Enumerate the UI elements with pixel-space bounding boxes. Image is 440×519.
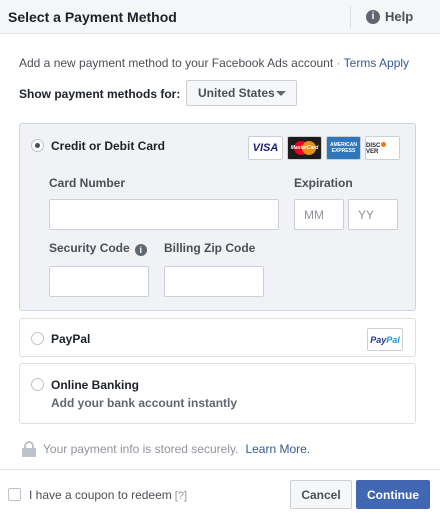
banking-radio[interactable] — [31, 378, 44, 391]
option-online-banking[interactable]: Online Banking Add your bank account ins… — [19, 363, 416, 424]
show-methods-label: Show payment methods for: — [19, 87, 181, 101]
paypal-option-label: PayPal — [51, 332, 91, 346]
paypal-logo-pay: Pay — [370, 334, 387, 345]
visa-icon: VISA — [248, 136, 283, 160]
card-number-input[interactable] — [49, 199, 279, 230]
discover-logo-part-2: VER — [366, 148, 379, 155]
continue-button[interactable]: Continue — [356, 480, 430, 509]
billing-zip-input[interactable] — [164, 266, 264, 297]
country-value: United States — [198, 86, 275, 100]
help-label: Help — [385, 9, 414, 24]
option-credit-card[interactable]: Credit or Debit Card VISA MasterCard AME… — [19, 123, 416, 311]
amex-icon: AMERICAN EXPRESS — [326, 136, 361, 160]
learn-more-link[interactable]: Learn More. — [245, 442, 310, 456]
discover-dot — [381, 141, 387, 147]
security-code-label-group: Security Code i — [49, 241, 147, 256]
paypal-radio[interactable] — [31, 332, 44, 345]
paypal-logo-pal: Pal — [386, 334, 400, 345]
dialog-title: Select a Payment Method — [8, 9, 177, 25]
discover-icon: DISCVER — [365, 136, 400, 160]
help-link[interactable]: i Help — [366, 9, 413, 24]
lock-body — [22, 448, 36, 457]
info-icon[interactable]: i — [134, 244, 147, 256]
lock-icon — [22, 441, 36, 457]
secure-text: Your payment info is stored securely. — [43, 442, 239, 456]
amex-logo-line-2: EXPRESS — [331, 148, 356, 154]
country-select[interactable]: United States — [186, 80, 297, 106]
option-paypal[interactable]: PayPal Pay Pal — [19, 318, 416, 357]
cancel-button[interactable]: Cancel — [290, 480, 352, 509]
coupon-help-link[interactable]: [?] — [175, 490, 187, 502]
security-code-label: Security Code — [49, 241, 130, 255]
expiration-label: Expiration — [294, 176, 353, 190]
footer-divider — [0, 469, 440, 470]
mastercard-icon: MasterCard — [287, 136, 322, 160]
intro-separator: · — [336, 56, 341, 70]
banking-option-label: Online Banking — [51, 378, 140, 392]
intro-message: Add a new payment method to your Faceboo… — [19, 56, 334, 70]
discover-logo-text: DISCVER — [366, 141, 399, 155]
mastercard-logo-text: MasterCard — [290, 145, 319, 151]
expiration-year-input[interactable] — [348, 199, 398, 230]
card-number-label: Card Number — [49, 176, 126, 190]
paypal-logo-icon: Pay Pal — [367, 328, 403, 351]
card-radio[interactable] — [31, 139, 44, 152]
info-circle-icon: i — [366, 9, 380, 24]
card-option-label: Credit or Debit Card — [51, 139, 166, 153]
dialog-header: Select a Payment Method i Help — [0, 0, 440, 34]
coupon-checkbox[interactable] — [8, 488, 21, 501]
banking-option-subtitle: Add your bank account instantly — [51, 396, 238, 410]
intro-text: Add a new payment method to your Faceboo… — [19, 56, 409, 70]
header-divider — [350, 6, 351, 28]
security-code-input[interactable] — [49, 266, 149, 297]
secure-notice: Your payment info is stored securely. Le… — [22, 441, 310, 457]
terms-link[interactable]: Terms Apply — [344, 56, 409, 70]
expiration-month-input[interactable] — [294, 199, 344, 230]
coupon-label: I have a coupon to redeem — [29, 488, 172, 502]
visa-logo-text: VISA — [252, 142, 279, 154]
billing-zip-label: Billing Zip Code — [164, 241, 256, 255]
caret-down-icon — [276, 91, 286, 96]
coupon-label-group: I have a coupon to redeem [?] — [29, 488, 187, 502]
amex-logo-text: AMERICAN EXPRESS — [330, 142, 357, 154]
